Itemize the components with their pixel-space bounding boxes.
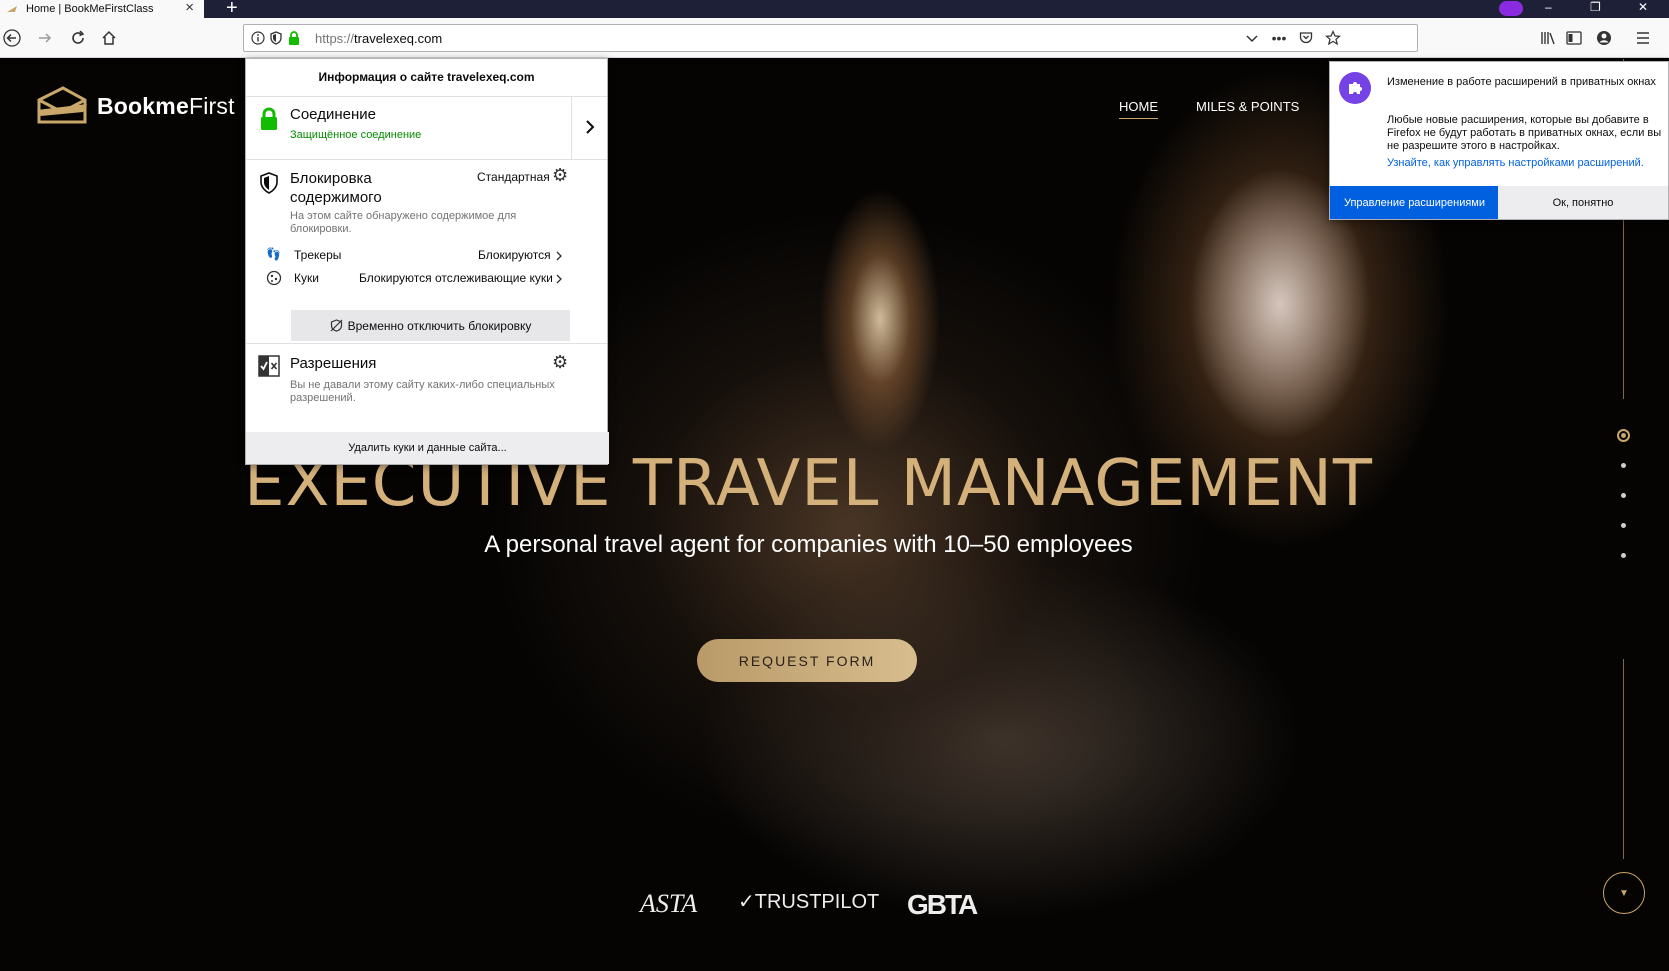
- cookies-label[interactable]: Куки: [294, 271, 319, 285]
- minimize-icon[interactable]: –: [1545, 0, 1552, 14]
- dropdown-chevron-icon[interactable]: [1244, 30, 1260, 46]
- blocking-settings-gear-icon[interactable]: ⚙: [552, 165, 568, 186]
- tab-title: Home | BookMeFirstClass: [26, 3, 154, 15]
- clear-cookies-button[interactable]: Удалить куки и данные сайта...: [246, 432, 609, 464]
- learn-more-link[interactable]: Узнайте, как управлять настройками расши…: [1387, 157, 1644, 169]
- request-form-button[interactable]: REQUEST FORM: [697, 639, 917, 682]
- partner-asta-logo: ASTA: [640, 889, 698, 918]
- logo-text: BookmeFirst: [97, 93, 235, 120]
- blocking-title-line1: Блокировка: [290, 170, 372, 187]
- manage-extensions-button[interactable]: Управление расширениями: [1330, 186, 1499, 219]
- notification-body: Любые новые расширения, которые вы добав…: [1387, 114, 1662, 152]
- permissions-gear-icon[interactable]: ⚙: [552, 352, 568, 373]
- trackers-label[interactable]: Трекеры: [294, 248, 341, 262]
- cookies-chevron-icon[interactable]: [556, 274, 562, 284]
- trackers-chevron-icon[interactable]: [556, 251, 562, 261]
- connection-status: Защищённое соединение: [290, 129, 422, 141]
- cookies-value[interactable]: Блокируются отслеживающие куки: [359, 271, 553, 285]
- close-window-icon[interactable]: ✕: [1638, 0, 1648, 14]
- content-blocking-section: Блокировка содержимого Стандартная ⚙ На …: [246, 160, 607, 344]
- site-info-icon[interactable]: [250, 30, 266, 46]
- back-icon[interactable]: [2, 28, 22, 48]
- library-icon[interactable]: [1538, 28, 1558, 48]
- connection-title: Соединение: [290, 106, 376, 123]
- connection-section[interactable]: Соединение Защищённое соединение: [246, 97, 607, 160]
- tab-home[interactable]: Home | BookMeFirstClass ×: [0, 0, 204, 18]
- url-bar[interactable]: https://travelexeq.com •••: [243, 24, 1418, 52]
- tab-close-icon[interactable]: ×: [185, 0, 194, 16]
- nav-miles-points[interactable]: MILES & POINTS: [1196, 99, 1299, 114]
- disable-blocking-button[interactable]: Временно отключить блокировку: [291, 310, 570, 341]
- home-icon[interactable]: [99, 28, 119, 48]
- shield-icon: [260, 172, 278, 194]
- page-actions-icon[interactable]: •••: [1271, 30, 1287, 46]
- permissions-title: Разрешения: [290, 355, 377, 372]
- restore-icon[interactable]: ❐: [1590, 0, 1601, 14]
- tracking-shield-icon[interactable]: [268, 30, 284, 46]
- logo-text-bold: Bookme: [97, 92, 189, 119]
- section-dot-5[interactable]: [1621, 553, 1626, 558]
- connection-divider: [571, 97, 572, 159]
- ok-got-it-button[interactable]: Ок, понятно: [1498, 186, 1668, 219]
- sidebar-icon[interactable]: [1564, 28, 1584, 48]
- trackers-value[interactable]: Блокируются: [478, 248, 551, 262]
- permissions-section: Разрешения ⚙ Вы не давали этому сайту ка…: [246, 344, 607, 420]
- permissions-icon: [258, 355, 280, 377]
- blocking-description: На этом сайте обнаружено содержимое для …: [290, 210, 517, 235]
- logo-plane-envelope-icon: [37, 86, 87, 124]
- navigation-toolbar: https://travelexeq.com •••: [0, 18, 1669, 58]
- partner-trustpilot-logo: ✓TRUSTPILOT: [738, 891, 880, 913]
- logo-text-thin: First: [188, 92, 235, 119]
- blocking-title-line2: содержимого: [290, 189, 382, 206]
- section-dot-2[interactable]: [1621, 463, 1626, 468]
- url-text[interactable]: https://travelexeq.com: [315, 31, 442, 46]
- partner-gbta-logo: GBTA: [907, 889, 978, 920]
- hero-headline: EXECUTIVE TRAVEL MANAGEMENT: [244, 447, 1373, 521]
- new-tab-button[interactable]: +: [226, 0, 238, 20]
- site-info-panel: Информация о сайте travelexeq.com Соедин…: [245, 58, 609, 465]
- site-favicon-icon: [7, 6, 17, 12]
- forward-icon[interactable]: [35, 28, 55, 48]
- shield-off-icon: [330, 319, 343, 332]
- puzzle-piece-icon: [1339, 72, 1371, 104]
- section-dot-4[interactable]: [1621, 523, 1626, 528]
- nav-home[interactable]: HOME: [1119, 99, 1158, 119]
- hero-subline: A personal travel agent for companies wi…: [484, 531, 1133, 558]
- disable-blocking-label: Временно отключить блокировку: [347, 318, 532, 333]
- bookmark-star-icon[interactable]: [1325, 30, 1341, 46]
- account-icon[interactable]: [1594, 28, 1614, 48]
- footprints-icon: 👣: [266, 247, 281, 261]
- section-dot-1[interactable]: [1617, 429, 1630, 442]
- blocking-mode: Стандартная: [477, 170, 550, 184]
- notification-title: Изменение в работе расширений в приватны…: [1387, 76, 1656, 88]
- chevron-right-icon[interactable]: [585, 120, 595, 134]
- url-scheme: https://: [315, 31, 355, 46]
- private-browsing-icon: [1499, 1, 1523, 16]
- partner-trustpilot-text: TRUSTPILOT: [754, 891, 880, 913]
- reload-icon[interactable]: [68, 28, 88, 48]
- pocket-icon[interactable]: [1298, 30, 1314, 46]
- site-logo[interactable]: BookmeFirst: [33, 82, 235, 130]
- hamburger-menu-icon[interactable]: [1633, 28, 1653, 48]
- section-dot-3[interactable]: [1621, 493, 1626, 498]
- padlock-icon[interactable]: [286, 30, 302, 46]
- url-host: travelexeq.com: [354, 31, 443, 46]
- cookie-icon: [266, 270, 282, 286]
- secure-lock-icon: [261, 107, 277, 130]
- chevron-down-icon: ▼: [1619, 887, 1629, 899]
- side-line-bottom: [1623, 659, 1624, 859]
- extension-notification: Изменение в работе расширений в приватны…: [1329, 61, 1669, 220]
- permissions-description: Вы не давали этому сайту каких-либо спец…: [290, 379, 555, 404]
- scroll-down-button[interactable]: ▼: [1603, 872, 1645, 914]
- tab-strip: Home | BookMeFirstClass × + – ❐ ✕: [0, 0, 1669, 20]
- site-info-header: Информация о сайте travelexeq.com: [246, 59, 607, 97]
